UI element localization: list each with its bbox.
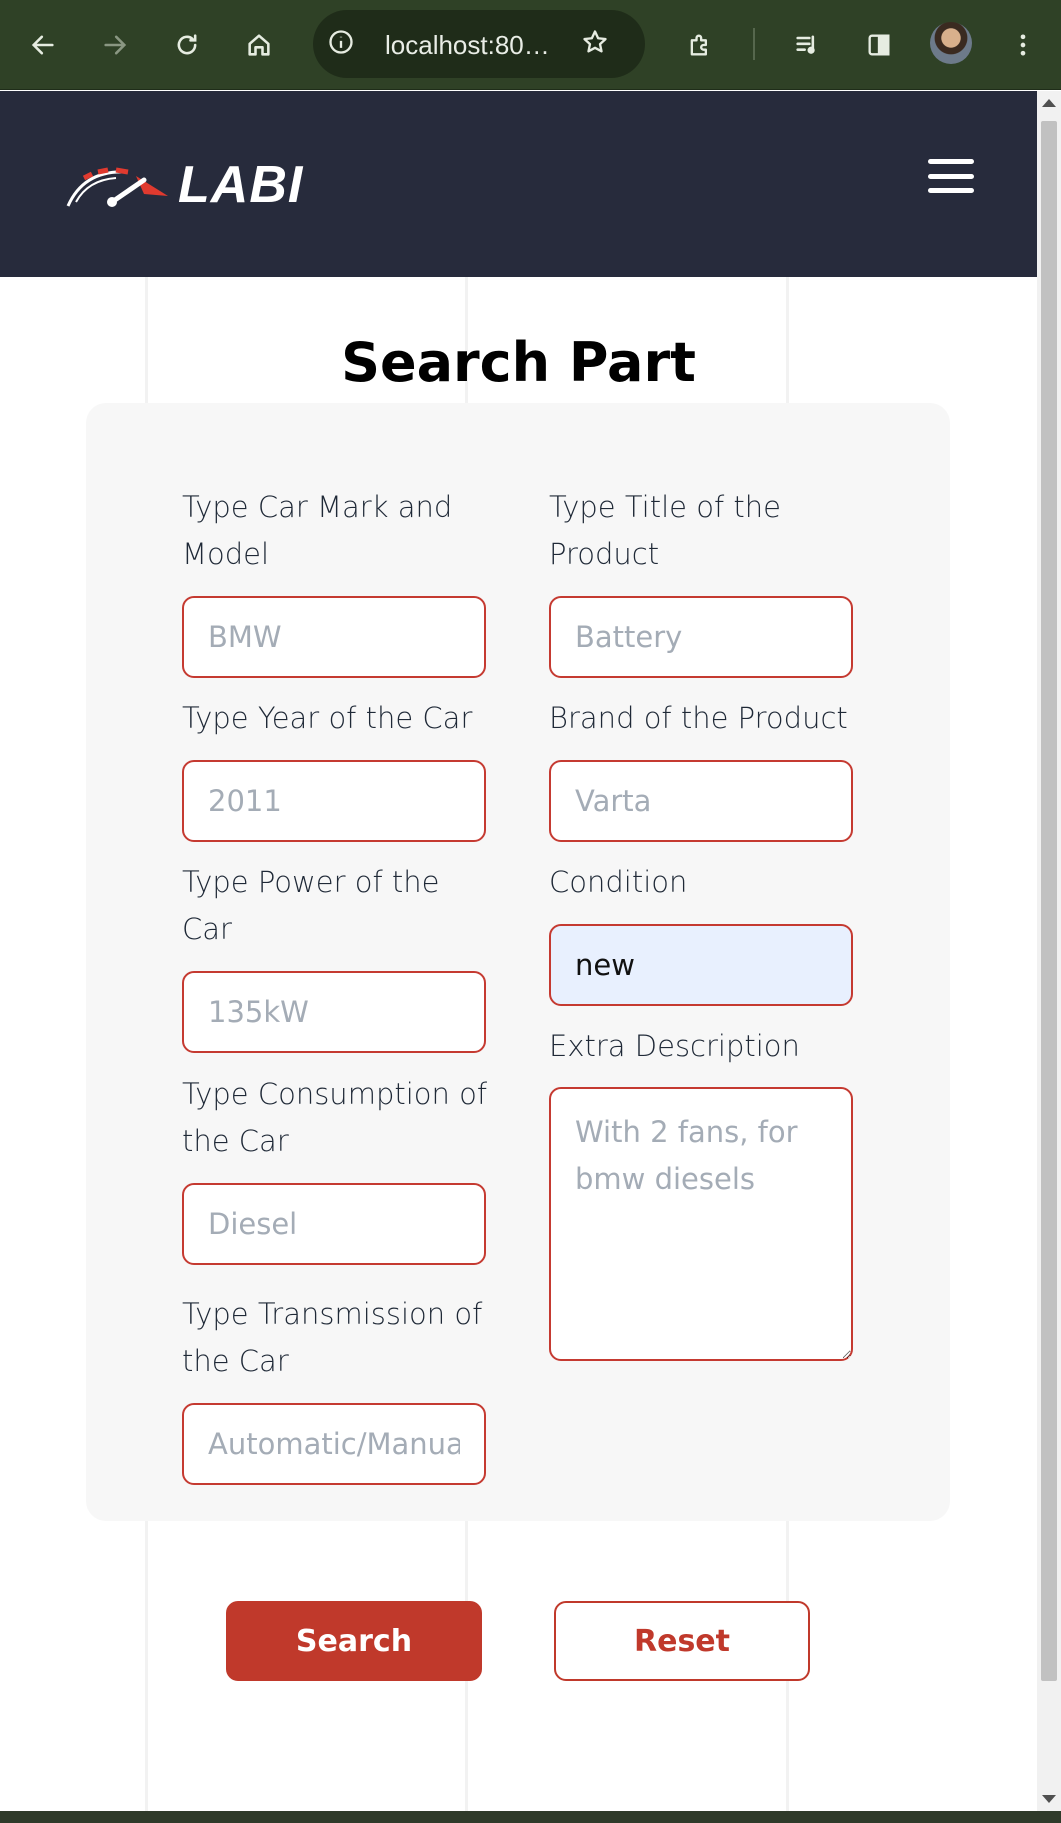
car-transmission-label: Type Transmission of the Car (182, 1297, 483, 1378)
car-transmission-input[interactable] (182, 1403, 486, 1485)
browser-toolbar: localhost:80… (0, 0, 1061, 90)
car-model-input[interactable] (182, 596, 486, 678)
page-viewport: LABI Search Part Type Car Mark and Model… (0, 91, 1037, 1811)
bookmark-star-icon[interactable] (581, 28, 615, 62)
page-scrollbar[interactable] (1037, 91, 1061, 1811)
extensions-icon[interactable] (677, 22, 723, 68)
product-title-input[interactable] (549, 596, 853, 678)
product-brand-input[interactable] (549, 760, 853, 842)
scroll-up-arrow-icon[interactable] (1042, 99, 1056, 107)
page-title: Search Part (341, 331, 696, 394)
car-power-input[interactable] (182, 971, 486, 1053)
more-menu-icon[interactable] (1000, 22, 1046, 68)
site-header: LABI (0, 91, 1037, 277)
extra-description-textarea[interactable] (549, 1087, 853, 1361)
forward-arrow-icon[interactable] (92, 22, 138, 68)
side-panel-icon[interactable] (856, 22, 902, 68)
reset-button[interactable]: Reset (554, 1601, 810, 1681)
scroll-down-arrow-icon[interactable] (1042, 1795, 1056, 1803)
url-text: localhost:80… (385, 30, 550, 60)
status-bar (0, 1811, 1061, 1823)
back-arrow-icon[interactable] (20, 22, 66, 68)
logo-text: LABI (178, 156, 304, 214)
car-consumption-label: Type Consumption of the Car (182, 1077, 488, 1158)
car-power-label: Type Power of the Car (182, 865, 440, 946)
home-icon[interactable] (236, 22, 282, 68)
hamburger-menu-icon[interactable] (928, 159, 974, 193)
address-bar[interactable]: localhost:80… (313, 10, 645, 78)
extra-description-label: Extra Description (549, 1029, 800, 1063)
profile-avatar[interactable] (930, 22, 972, 64)
car-year-input[interactable] (182, 760, 486, 842)
product-brand-label: Brand of the Product (549, 701, 848, 735)
site-logo[interactable]: LABI (64, 159, 303, 211)
media-queue-icon[interactable] (784, 22, 830, 68)
toolbar-divider (753, 28, 755, 60)
car-model-label: Type Car Mark and Model (182, 490, 453, 571)
car-year-label: Type Year of the Car (182, 701, 473, 735)
condition-input[interactable] (549, 924, 853, 1006)
scrollbar-thumb[interactable] (1041, 121, 1057, 1681)
product-title-label: Type Title of the Product (549, 490, 781, 571)
speedometer-icon (66, 167, 168, 207)
condition-label: Condition (549, 865, 688, 899)
search-button[interactable]: Search (226, 1601, 482, 1681)
reload-icon[interactable] (164, 22, 210, 68)
site-info-icon[interactable] (327, 28, 359, 60)
car-consumption-input[interactable] (182, 1183, 486, 1265)
